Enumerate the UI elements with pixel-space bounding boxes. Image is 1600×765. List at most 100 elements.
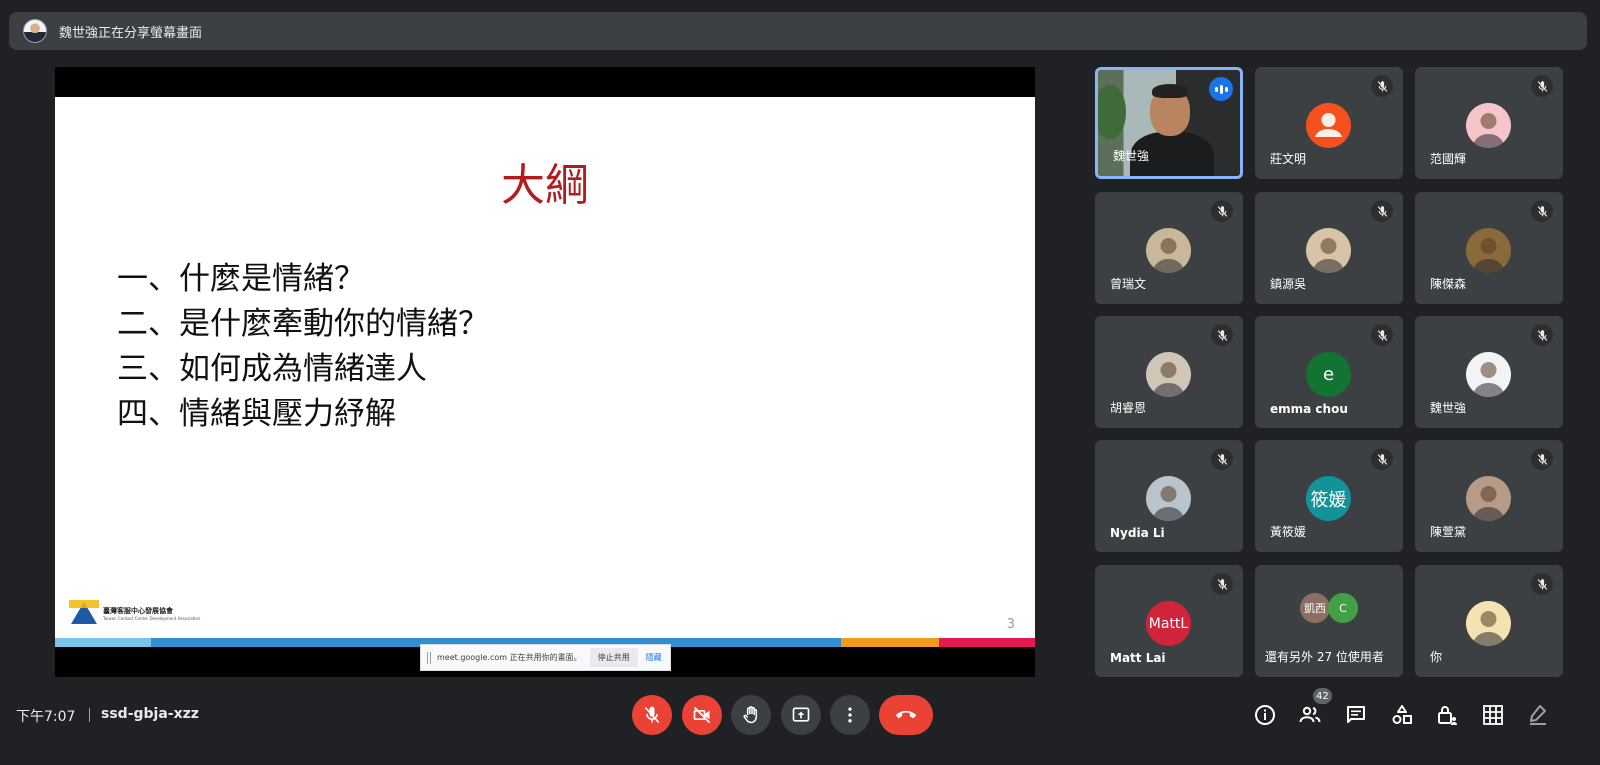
participant-tile[interactable]: 陳萱黛 — [1415, 440, 1563, 552]
avatar — [1146, 476, 1191, 521]
outline-item: 一、什麼是情緒？ — [117, 261, 365, 297]
avatar: 筱媛 — [1306, 476, 1351, 521]
pen-icon — [1530, 705, 1546, 725]
participant-tile[interactable]: 筱媛黃筱媛 — [1255, 440, 1403, 552]
avatar: C — [1328, 593, 1358, 623]
profile-photo — [1312, 238, 1345, 273]
shared-screen[interactable]: 大綱 一、什麼是情緒？ 二、是什麼牽動你的情緒？ 三、如何成為情緒達人 四、情緒… — [55, 67, 1035, 677]
hand-icon — [743, 706, 758, 724]
layout-button[interactable] — [1480, 702, 1506, 728]
muted-indicator — [1211, 324, 1233, 346]
stripe — [841, 638, 939, 647]
activities-button[interactable] — [1389, 702, 1415, 728]
participant-name: 魏世強 — [1113, 149, 1150, 163]
participant-tile[interactable]: MattL Matt Lai — [1095, 565, 1243, 677]
presenter-banner-text: 魏世強正在分享螢幕畫面 — [59, 25, 203, 41]
participant-name: 胡睿恩 — [1110, 401, 1147, 415]
stop-sharing-button[interactable]: 停止共用 — [589, 648, 638, 667]
host-controls-button[interactable] — [1434, 702, 1460, 728]
participant-tile[interactable]: 胡睿恩 — [1095, 316, 1243, 428]
stripe — [939, 638, 1035, 647]
drag-handle-icon[interactable] — [427, 651, 431, 664]
whiteboard-button[interactable] — [1525, 702, 1551, 728]
more-options-button[interactable] — [830, 695, 870, 735]
present-icon — [792, 707, 810, 722]
mic-off-icon — [1217, 329, 1227, 341]
avatar — [1466, 601, 1511, 646]
participant-tile[interactable]: 你 — [1415, 565, 1563, 677]
profile-photo — [1472, 486, 1505, 521]
muted-indicator — [1371, 448, 1393, 470]
muted-indicator — [1371, 200, 1393, 222]
avatar — [1466, 103, 1511, 148]
mic-off-icon — [1377, 80, 1387, 92]
participant-tile[interactable]: 魏世強 — [1415, 316, 1563, 428]
chat-icon — [1347, 706, 1365, 723]
participant-tile[interactable]: 范國輝 — [1415, 67, 1563, 179]
participant-name: 鎮源吳 — [1270, 277, 1307, 291]
slide-title: 大綱 — [501, 160, 589, 211]
muted-indicator — [1371, 75, 1393, 97]
participant-name: 陳萱黛 — [1430, 525, 1467, 539]
avatar — [1146, 228, 1191, 273]
grid-layout-icon — [1483, 705, 1503, 725]
chat-button[interactable] — [1343, 702, 1369, 728]
participant-tile[interactable]: 凱西 C 還有另外 27 位使用者 — [1255, 565, 1403, 677]
meeting-code: ssd-gbja-xzz — [101, 706, 199, 722]
participant-name: 曾瑞文 — [1110, 277, 1147, 291]
profile-photo — [1472, 611, 1505, 646]
meeting-details-button[interactable] — [1252, 702, 1278, 728]
camera-toggle-button[interactable] — [682, 695, 722, 735]
more-participants-avatars: 凱西 C — [1300, 593, 1358, 623]
participant-tile[interactable]: 鎮源吳 — [1255, 192, 1403, 304]
hide-notice-button[interactable]: 隱藏 — [646, 652, 662, 663]
info-icon — [1255, 705, 1275, 725]
avatar — [1306, 103, 1351, 148]
participant-tile[interactable]: 魏世強 — [1095, 67, 1243, 179]
profile-photo — [1472, 113, 1505, 148]
participant-name: 還有另外 27 位使用者 — [1265, 650, 1384, 664]
mic-off-icon — [1217, 578, 1227, 590]
muted-indicator — [1531, 448, 1553, 470]
participant-tile[interactable]: 陳傑森 — [1415, 192, 1563, 304]
raise-hand-button[interactable] — [731, 695, 771, 735]
participant-name: 你 — [1430, 650, 1443, 664]
lock-person-icon — [1438, 706, 1457, 725]
people-icon — [1299, 706, 1321, 723]
participant-name: Nydia Li — [1110, 526, 1165, 540]
mic-off-icon — [1537, 578, 1547, 590]
mic-off-icon — [1537, 453, 1547, 465]
muted-indicator — [1211, 200, 1233, 222]
outline-item: 三、如何成為情緒達人 — [117, 351, 427, 387]
people-button[interactable] — [1297, 702, 1323, 728]
profile-photo — [1152, 486, 1185, 521]
present-now-button[interactable] — [781, 695, 821, 735]
speaking-indicator-icon — [1209, 77, 1233, 101]
avatar: e — [1306, 352, 1351, 397]
organization-logo: 臺灣客服中心發展協會 Taiwan Contact Center Develop… — [69, 600, 200, 626]
meeting-time: 下午7:07 — [16, 709, 76, 725]
participant-name: 魏世強 — [1430, 401, 1467, 415]
participant-tile[interactable]: 曾瑞文 — [1095, 192, 1243, 304]
avatar — [1306, 228, 1351, 273]
participant-tile[interactable]: 莊文明 — [1255, 67, 1403, 179]
camera-off-icon — [693, 706, 711, 724]
mic-off-icon — [1537, 80, 1547, 92]
logo-subtext: Taiwan Contact Center Development Associ… — [103, 615, 201, 621]
mic-toggle-button[interactable] — [632, 695, 672, 735]
stripe — [55, 638, 151, 647]
mic-off-icon — [1377, 453, 1387, 465]
participant-tile[interactable]: Nydia Li — [1095, 440, 1243, 552]
muted-indicator — [1211, 573, 1233, 595]
participant-tile[interactable]: e emma chou — [1255, 316, 1403, 428]
leave-call-button[interactable] — [879, 695, 933, 735]
participant-name: 黃筱媛 — [1270, 525, 1307, 539]
default-user-icon — [1315, 113, 1342, 137]
more-options-icon — [848, 707, 852, 723]
mic-off-icon — [644, 706, 660, 724]
slide-page-number: 3 — [1006, 617, 1015, 632]
mic-off-icon — [1537, 329, 1547, 341]
outline-item: 二、是什麼牽動你的情緒？ — [117, 306, 489, 342]
logo-mark-icon — [69, 600, 99, 626]
profile-photo — [1472, 362, 1505, 397]
